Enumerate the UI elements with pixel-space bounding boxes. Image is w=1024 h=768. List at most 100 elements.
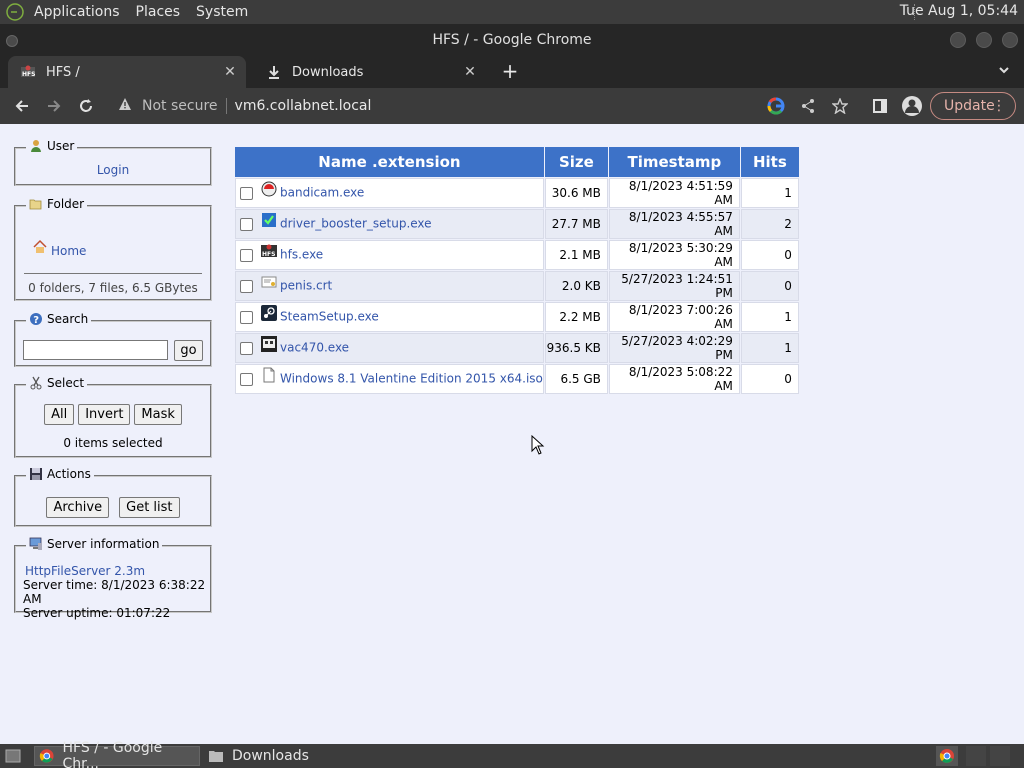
invert-button[interactable]: Invert	[78, 404, 131, 425]
workspace-2[interactable]	[990, 746, 1010, 766]
tab-hfs[interactable]: HFS HFS / ✕	[8, 56, 246, 88]
search-input[interactable]	[23, 340, 168, 360]
table-row: SteamSetup.exe 2.2 MB 8/1/2023 7:00:26 A…	[235, 302, 799, 332]
file-link[interactable]: bandicam.exe	[280, 186, 364, 200]
svg-text:?: ?	[33, 315, 39, 326]
google-icon[interactable]	[764, 94, 788, 118]
mouse-cursor-icon	[531, 435, 545, 455]
archive-button[interactable]: Archive	[46, 497, 110, 518]
file-link[interactable]: Windows 8.1 Valentine Edition 2015 x64.i…	[280, 372, 543, 386]
update-button[interactable]: Update ⋮	[930, 92, 1016, 120]
file-hits-cell: 1	[740, 178, 799, 208]
file-hits-cell: 2	[740, 209, 799, 239]
actions-panel: Actions Archive Get list	[14, 467, 212, 527]
file-name-cell: driver_booster_setup.exe	[235, 209, 544, 239]
show-desktop-icon[interactable]	[2, 746, 24, 766]
select-all-button[interactable]: All	[44, 404, 75, 425]
help-icon: ?	[30, 313, 42, 326]
close-window-icon[interactable]	[1002, 32, 1018, 48]
get-list-button[interactable]: Get list	[119, 497, 180, 518]
minimize-icon[interactable]	[950, 32, 966, 48]
share-icon[interactable]	[796, 94, 820, 118]
row-checkbox[interactable]	[240, 186, 253, 200]
bookmark-star-icon[interactable]	[828, 94, 852, 118]
tray-chrome-icon[interactable]	[936, 746, 958, 766]
menu-system[interactable]: System	[196, 4, 248, 20]
user-icon	[31, 140, 41, 152]
omnibox-divider	[225, 98, 227, 114]
warning-icon[interactable]	[118, 97, 132, 115]
reload-icon[interactable]	[74, 94, 98, 118]
computer-icon	[29, 537, 42, 550]
svg-text:HFS: HFS	[262, 251, 275, 258]
file-list-table: Name .extension Size Timestamp Hits band…	[234, 146, 800, 395]
tab-close-icon[interactable]: ✕	[460, 64, 480, 80]
file-link[interactable]: penis.crt	[280, 279, 332, 293]
window-titlebar[interactable]: HFS / - Google Chrome	[0, 24, 1024, 56]
menu-places[interactable]: Places	[136, 4, 181, 20]
clock[interactable]: Tue Aug 1, 05:44	[900, 3, 1018, 19]
row-checkbox[interactable]	[240, 248, 253, 262]
row-checkbox[interactable]	[240, 372, 253, 386]
back-icon[interactable]	[10, 94, 34, 118]
new-tab-icon[interactable]: +	[498, 60, 522, 84]
taskbar-item-chrome[interactable]: HFS / - Google Chr...	[34, 740, 200, 768]
table-row: vac470.exe 936.5 KB 5/27/2023 4:02:29 PM…	[235, 333, 799, 363]
file-timestamp-cell: 8/1/2023 5:08:22 AM	[608, 364, 740, 394]
forward-icon[interactable]	[42, 94, 66, 118]
address-bar[interactable]: Not secure vm6.collabnet.local	[106, 92, 862, 120]
file-timestamp-cell: 8/1/2023 7:00:26 AM	[608, 302, 740, 332]
row-checkbox[interactable]	[240, 217, 253, 231]
certificate-icon	[261, 276, 277, 288]
file-size-cell: 27.7 MB	[544, 209, 608, 239]
row-checkbox[interactable]	[240, 310, 253, 324]
search-go-button[interactable]: go	[174, 340, 203, 361]
search-legend: ? Search	[26, 312, 92, 326]
workspace-1[interactable]	[966, 746, 986, 766]
table-row: Windows 8.1 Valentine Edition 2015 x64.i…	[235, 364, 799, 394]
row-checkbox[interactable]	[240, 341, 253, 355]
name-column-header[interactable]: Name .extension	[235, 147, 544, 177]
menu-applications[interactable]: Applications	[34, 4, 120, 20]
distro-logo-icon[interactable]	[4, 1, 26, 23]
home-link[interactable]: Home	[51, 244, 86, 258]
file-name-cell: bandicam.exe	[235, 178, 544, 208]
maximize-icon[interactable]	[976, 32, 992, 48]
hfs-version-link[interactable]: HttpFileServer 2.3m	[25, 564, 210, 578]
file-name-cell: SteamSetup.exe	[235, 302, 544, 332]
file-icon	[263, 367, 275, 383]
hits-column-header[interactable]: Hits	[740, 147, 799, 177]
search-legend-label: Search	[47, 312, 89, 326]
side-panel-icon[interactable]	[868, 94, 892, 118]
actions-legend: Actions	[26, 467, 94, 481]
profile-avatar-icon[interactable]	[900, 94, 924, 118]
login-link[interactable]: Login	[97, 163, 129, 177]
security-label[interactable]: Not secure	[142, 98, 218, 114]
file-timestamp-cell: 5/27/2023 4:02:29 PM	[608, 333, 740, 363]
file-timestamp-cell: 5/27/2023 1:24:51 PM	[608, 271, 740, 301]
file-timestamp-cell: 8/1/2023 5:30:29 AM	[608, 240, 740, 270]
server-info-panel: Server information HttpFileServer 2.3m S…	[14, 537, 212, 620]
steam-icon	[261, 305, 277, 321]
more-menu-icon[interactable]: ⋮	[992, 98, 1006, 114]
tab-downloads[interactable]: Downloads ✕	[254, 56, 486, 88]
timestamp-column-header[interactable]: Timestamp	[608, 147, 740, 177]
window-menu-icon[interactable]	[6, 35, 18, 47]
file-name-cell: vac470.exe	[235, 333, 544, 363]
tab-close-icon[interactable]: ✕	[220, 64, 240, 80]
file-link[interactable]: vac470.exe	[280, 341, 349, 355]
mask-button[interactable]: Mask	[134, 404, 182, 425]
file-link[interactable]: hfs.exe	[280, 248, 323, 262]
tab-title: HFS /	[46, 64, 80, 80]
taskbar-item-downloads[interactable]: Downloads	[206, 746, 346, 766]
file-link[interactable]: driver_booster_setup.exe	[280, 217, 432, 231]
url-text[interactable]: vm6.collabnet.local	[235, 98, 372, 114]
size-column-header[interactable]: Size	[544, 147, 608, 177]
folder-open-icon	[29, 199, 42, 210]
chevron-down-icon[interactable]	[998, 64, 1010, 80]
server-time: Server time: 8/1/2023 6:38:22 AM	[23, 578, 206, 606]
tab-title: Downloads	[292, 64, 364, 80]
file-hits-cell: 0	[740, 240, 799, 270]
row-checkbox[interactable]	[240, 279, 253, 293]
file-link[interactable]: SteamSetup.exe	[280, 310, 379, 324]
